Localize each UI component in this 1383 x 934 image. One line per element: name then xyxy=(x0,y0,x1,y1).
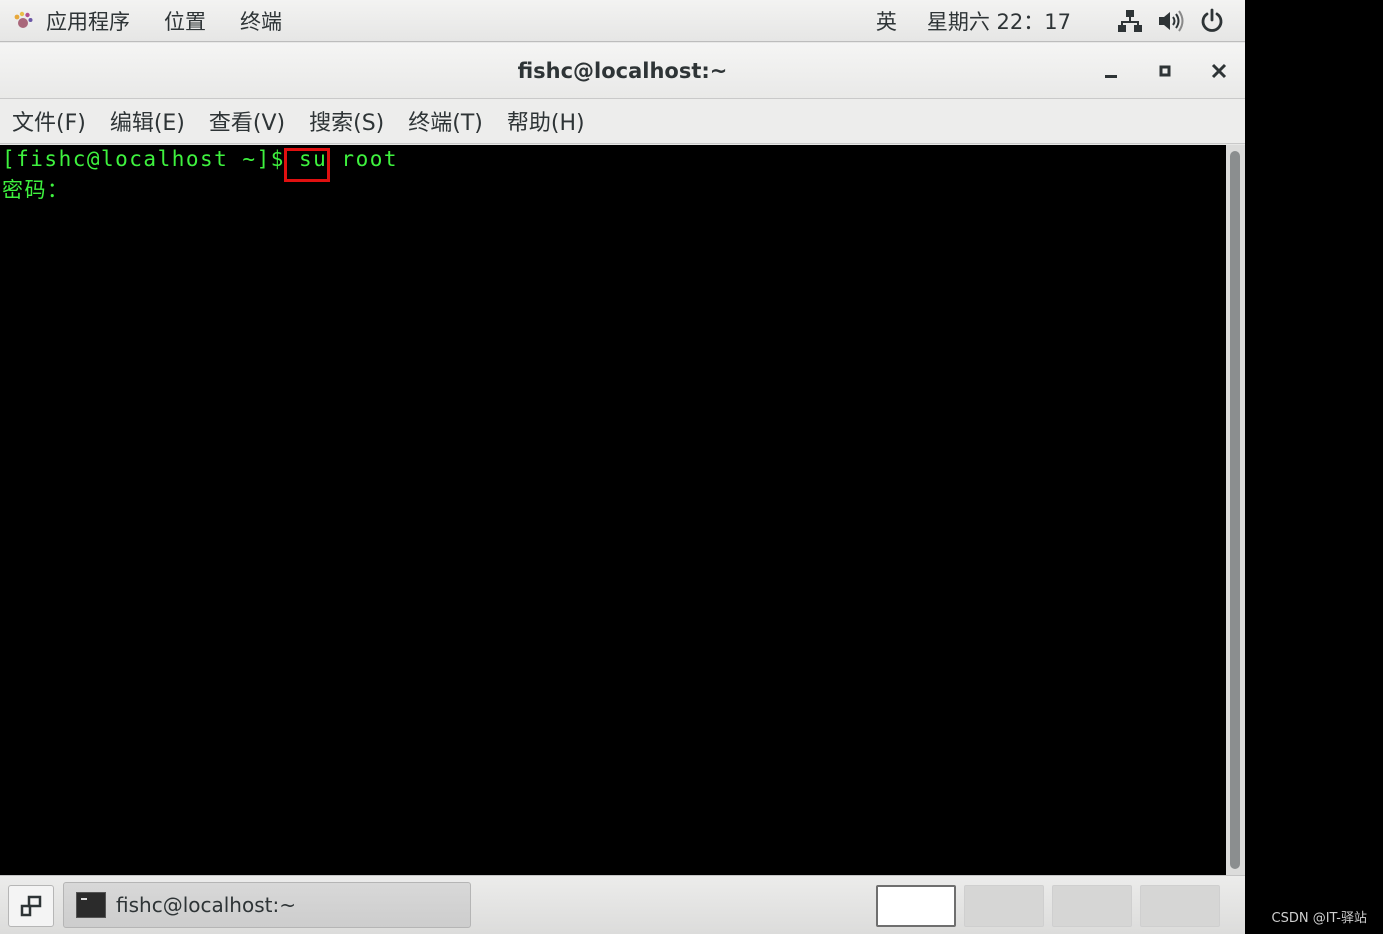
power-icon[interactable] xyxy=(1199,8,1225,34)
taskbar-item-terminal[interactable]: fishc@localhost:~ xyxy=(63,882,471,928)
minimize-button[interactable] xyxy=(1099,59,1123,83)
network-icon[interactable] xyxy=(1117,9,1143,33)
top-panel-menu: 应用程序 位置 终端 xyxy=(12,0,316,42)
applications-menu[interactable]: 应用程序 xyxy=(46,6,130,36)
menu-search[interactable]: 搜索(S) xyxy=(309,105,384,137)
desktop-screen: 应用程序 位置 终端 英 星期六 22：17 fishc@localhost:~… xyxy=(0,0,1245,934)
workspace-2[interactable] xyxy=(964,885,1044,927)
terminal-scrollbar[interactable] xyxy=(1226,145,1245,875)
top-panel: 应用程序 位置 终端 英 星期六 22：17 xyxy=(0,0,1245,42)
menu-file[interactable]: 文件(F) xyxy=(12,105,86,137)
taskbar-item-label: fishc@localhost:~ xyxy=(116,893,296,917)
terminal-output[interactable]: [fishc@localhost ~]$ su root 密码： xyxy=(0,145,1226,875)
workspace-1[interactable] xyxy=(876,885,956,927)
window-titlebar[interactable]: fishc@localhost:~ xyxy=(0,43,1245,99)
volume-icon[interactable] xyxy=(1157,9,1185,33)
outside-screen-area xyxy=(1245,0,1383,934)
input-method-indicator[interactable]: 英 xyxy=(876,6,897,36)
menu-terminal[interactable]: 终端(T) xyxy=(408,105,483,137)
menu-view[interactable]: 查看(V) xyxy=(209,105,285,137)
terminal-icon xyxy=(76,892,106,918)
gnome-foot-icon xyxy=(12,10,34,32)
maximize-button[interactable] xyxy=(1153,59,1177,83)
workspace-3[interactable] xyxy=(1052,885,1132,927)
highlight-box-su xyxy=(284,148,330,182)
terminal-line-password-prompt: 密码： xyxy=(2,178,70,202)
workspace-4[interactable] xyxy=(1140,885,1220,927)
bottom-taskbar: fishc@localhost:~ xyxy=(0,875,1245,934)
top-panel-status: 英 星期六 22：17 xyxy=(876,0,1225,42)
clock[interactable]: 星期六 22：17 xyxy=(927,6,1071,36)
scrollbar-thumb[interactable] xyxy=(1230,151,1240,869)
terminal-app-menu[interactable]: 终端 xyxy=(240,6,282,36)
window-title: fishc@localhost:~ xyxy=(517,59,728,83)
terminal-line-command: [fishc@localhost ~]$ su root xyxy=(2,147,399,171)
terminal-menubar: 文件(F) 编辑(E) 查看(V) 搜索(S) 终端(T) 帮助(H) xyxy=(0,99,1245,144)
menu-edit[interactable]: 编辑(E) xyxy=(110,105,185,137)
window-controls xyxy=(1099,43,1231,99)
close-button[interactable] xyxy=(1207,59,1231,83)
places-menu[interactable]: 位置 xyxy=(164,6,206,36)
watermark: CSDN @IT-驿站 xyxy=(1271,911,1367,926)
show-desktop-icon xyxy=(20,895,42,917)
show-desktop-button[interactable] xyxy=(8,885,54,927)
menu-help[interactable]: 帮助(H) xyxy=(507,105,585,137)
